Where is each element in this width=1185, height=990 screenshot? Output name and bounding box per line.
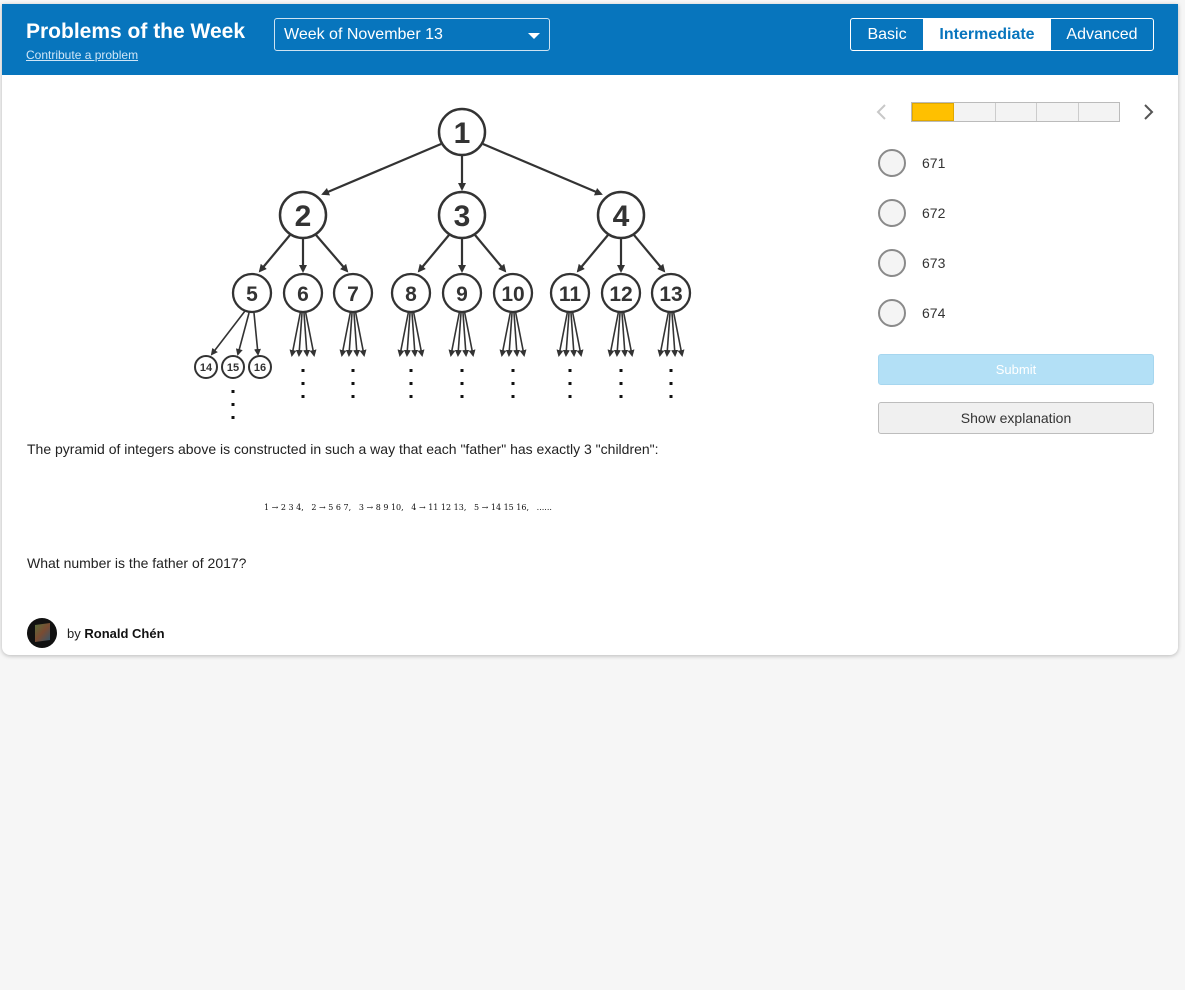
ellipsis-dot bbox=[351, 395, 355, 398]
week-select-value: Week of November 13 bbox=[284, 26, 443, 43]
ellipsis-dot bbox=[619, 382, 623, 385]
ellipsis-dot bbox=[619, 369, 623, 372]
node-level4-label: 14 bbox=[200, 362, 213, 374]
answer-option-label: 674 bbox=[922, 305, 946, 321]
problem-progress bbox=[911, 102, 1120, 122]
pyramid-diagram: 1 2 3 4 5 6 7 8 9 10 11 12 13 14 15 16 bbox=[194, 107, 692, 419]
week-select[interactable]: Week of November 13 bbox=[274, 18, 550, 51]
node-level2-label: 3 bbox=[454, 200, 471, 233]
answer-option[interactable]: 673 bbox=[878, 249, 1138, 277]
node-level3-label: 11 bbox=[559, 283, 582, 306]
caret-down-icon bbox=[528, 33, 540, 39]
node-root-label: 1 bbox=[454, 117, 471, 150]
answer-option[interactable]: 674 bbox=[878, 299, 1138, 327]
radio-button[interactable] bbox=[878, 249, 906, 277]
node-level3-label: 10 bbox=[501, 283, 524, 306]
author-line: by Ronald Chén bbox=[27, 618, 165, 648]
node-level3-label: 9 bbox=[456, 283, 468, 306]
ellipsis-dot bbox=[568, 369, 572, 372]
node-level3-label: 5 bbox=[246, 283, 258, 306]
ellipsis-dot bbox=[301, 369, 305, 372]
problem-card: Problems of the Week Contribute a proble… bbox=[2, 4, 1178, 655]
prev-problem-button[interactable] bbox=[874, 102, 890, 124]
ellipsis-dot bbox=[669, 382, 673, 385]
progress-segment bbox=[995, 103, 1038, 121]
show-explanation-button[interactable]: Show explanation bbox=[878, 402, 1154, 434]
ellipsis-dot bbox=[619, 395, 623, 398]
level-switcher: Basic Intermediate Advanced bbox=[850, 18, 1154, 51]
ellipsis-dot bbox=[409, 382, 413, 385]
ellipsis-dot bbox=[460, 369, 464, 372]
node-level3-label: 7 bbox=[347, 283, 359, 306]
ellipsis-dot bbox=[511, 382, 515, 385]
author-name[interactable]: Ronald Chén bbox=[84, 626, 164, 641]
node-level3-label: 6 bbox=[297, 283, 309, 306]
problem-question: What number is the father of 2017? bbox=[27, 555, 247, 571]
ellipsis-dot bbox=[231, 390, 235, 393]
node-level4-label: 16 bbox=[254, 362, 266, 374]
chevron-left-icon bbox=[876, 104, 886, 120]
radio-button[interactable] bbox=[878, 299, 906, 327]
ellipsis-dot bbox=[301, 382, 305, 385]
answer-option-label: 672 bbox=[922, 205, 946, 221]
ellipsis-dot bbox=[231, 403, 235, 406]
ellipsis-dot bbox=[409, 395, 413, 398]
contribute-link[interactable]: Contribute a problem bbox=[26, 48, 138, 62]
ellipsis-dot bbox=[511, 395, 515, 398]
level-advanced-button[interactable]: Advanced bbox=[1050, 19, 1153, 50]
progress-segment bbox=[1078, 103, 1120, 121]
progress-segment bbox=[1037, 103, 1079, 121]
radio-button[interactable] bbox=[878, 149, 906, 177]
node-level3-label: 8 bbox=[405, 283, 417, 306]
chevron-right-icon bbox=[1144, 104, 1154, 120]
answer-option[interactable]: 671 bbox=[878, 149, 1138, 177]
next-problem-button[interactable] bbox=[1142, 102, 1158, 124]
answer-option-label: 671 bbox=[922, 155, 946, 171]
answer-option-label: 673 bbox=[922, 255, 946, 271]
author-prefix: by bbox=[67, 625, 81, 641]
cube-icon bbox=[35, 622, 50, 643]
page-title: Problems of the Week bbox=[26, 20, 246, 43]
radio-button[interactable] bbox=[878, 199, 906, 227]
node-level3-label: 13 bbox=[659, 283, 682, 306]
ellipsis-dot bbox=[351, 382, 355, 385]
ellipsis-dot bbox=[231, 416, 235, 419]
ellipsis-dot bbox=[301, 395, 305, 398]
ellipsis-dot bbox=[409, 369, 413, 372]
level-intermediate-button[interactable]: Intermediate bbox=[924, 19, 1050, 50]
node-level4-label: 15 bbox=[227, 362, 239, 374]
level-basic-button[interactable]: Basic bbox=[851, 19, 924, 50]
ellipsis-dot bbox=[669, 369, 673, 372]
node-level2-label: 2 bbox=[295, 200, 312, 233]
problem-sequence: 1 → 2 3 4, 2 → 5 6 7, 3 → 8 9 10, 4 → 11… bbox=[264, 503, 552, 512]
node-level2-label: 4 bbox=[613, 200, 630, 233]
ellipsis-dot bbox=[568, 395, 572, 398]
problem-intro: The pyramid of integers above is constru… bbox=[27, 441, 659, 457]
answer-option[interactable]: 672 bbox=[878, 199, 1138, 227]
progress-segment bbox=[912, 103, 955, 121]
ellipsis-dot bbox=[460, 395, 464, 398]
avatar[interactable] bbox=[27, 618, 57, 648]
node-level3-label: 12 bbox=[609, 283, 632, 306]
ellipsis-dot bbox=[669, 395, 673, 398]
ellipsis-dot bbox=[460, 382, 464, 385]
ellipsis-dot bbox=[568, 382, 572, 385]
progress-segment bbox=[954, 103, 996, 121]
author-credit: by Ronald Chén bbox=[67, 626, 165, 641]
header-bar: Problems of the Week Contribute a proble… bbox=[2, 4, 1178, 75]
ellipsis-dot bbox=[351, 369, 355, 372]
submit-button[interactable]: Submit bbox=[878, 354, 1154, 385]
ellipsis-dot bbox=[511, 369, 515, 372]
